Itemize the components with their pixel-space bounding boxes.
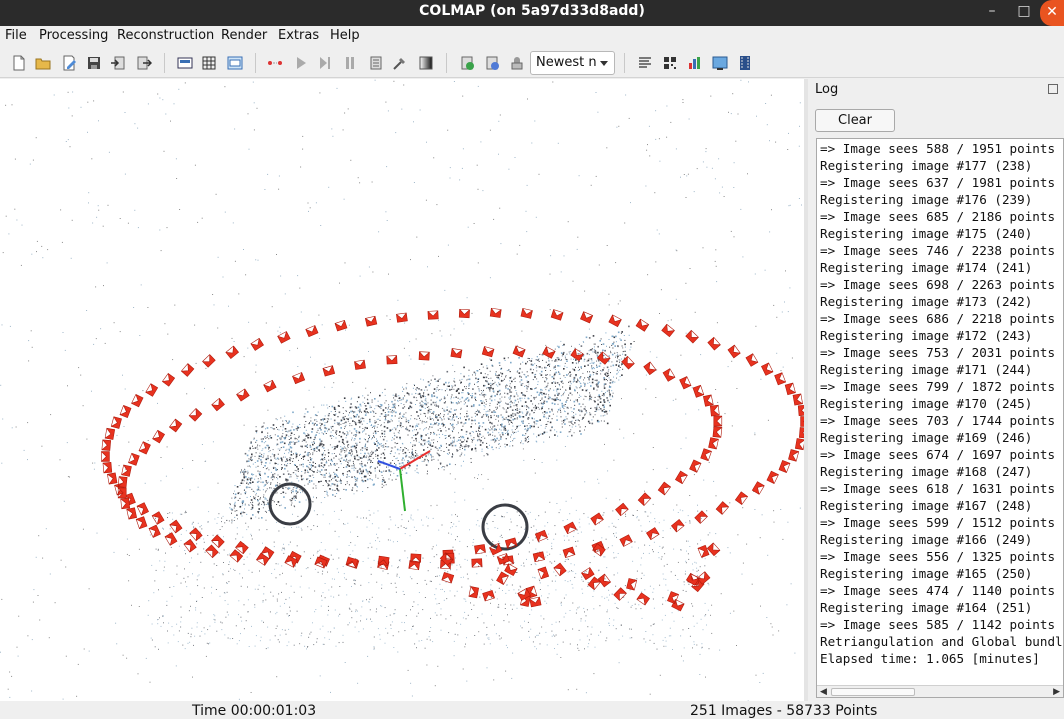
bundle-adjustment-icon[interactable] bbox=[392, 55, 408, 71]
log-lines: => Image sees 588 / 1951 points Registeri… bbox=[817, 140, 1064, 667]
log-line: => Image sees 585 / 1142 points bbox=[820, 617, 1056, 632]
log-icon[interactable] bbox=[687, 55, 703, 71]
open-project-icon[interactable] bbox=[35, 55, 51, 71]
log-line: Registering image #166 (249) bbox=[820, 532, 1033, 547]
render-toggle-icon[interactable] bbox=[459, 55, 475, 71]
reconstruction-options-icon[interactable] bbox=[368, 55, 384, 71]
log-line: Registering image #167 (248) bbox=[820, 498, 1033, 513]
reconstruction-normalize-icon[interactable] bbox=[342, 55, 358, 71]
log-panel: Log Clear => Image sees 588 / 1951 point… bbox=[808, 79, 1064, 701]
feature-extraction-icon[interactable] bbox=[177, 55, 193, 71]
menu-help[interactable]: Help bbox=[330, 28, 360, 43]
database-management-icon[interactable] bbox=[227, 55, 243, 71]
title-bar: COLMAP (on 5a97d33d8add) – □ ✕ bbox=[0, 0, 1064, 26]
chevron-down-icon bbox=[600, 61, 608, 66]
log-line: => Image sees 698 / 2263 points bbox=[820, 277, 1056, 292]
menu-extras[interactable]: Extras bbox=[278, 28, 319, 43]
point-cloud-render[interactable] bbox=[0, 79, 804, 701]
log-line: => Image sees 686 / 2218 points bbox=[820, 311, 1056, 326]
close-button[interactable]: ✕ bbox=[1040, 0, 1064, 26]
log-line: Registering image #173 (242) bbox=[820, 294, 1033, 309]
match-matrix-icon[interactable] bbox=[662, 55, 678, 71]
toolbar: Newest n bbox=[0, 48, 1064, 78]
log-line: Retriangulation and Global bundle bbox=[820, 634, 1064, 649]
log-line: Registering image #171 (244) bbox=[820, 362, 1033, 377]
log-line: Registering image #177 (238) bbox=[820, 158, 1033, 173]
reconstruction-pause-icon[interactable] bbox=[317, 55, 333, 71]
log-line: Registering image #165 (250) bbox=[820, 566, 1033, 581]
toolbar-separator bbox=[255, 53, 256, 73]
menu-bar: File Processing Reconstruction Render Ex… bbox=[0, 26, 1064, 48]
menu-reconstruction[interactable]: Reconstruction bbox=[117, 28, 214, 43]
scroll-right-icon[interactable]: ▶ bbox=[1053, 687, 1060, 697]
maximize-button[interactable]: □ bbox=[1010, 0, 1038, 26]
log-line: => Image sees 474 / 1140 points bbox=[820, 583, 1056, 598]
log-line: Registering image #174 (241) bbox=[820, 260, 1033, 275]
model-select-value: Newest n bbox=[536, 55, 597, 70]
model-viewer[interactable] bbox=[0, 79, 804, 701]
log-title: Log bbox=[815, 82, 839, 97]
log-line: Registering image #170 (245) bbox=[820, 396, 1033, 411]
status-bar: Time 00:00:01:03 251 Images - 58733 Poin… bbox=[0, 701, 1064, 719]
dense-reconstruction-icon[interactable] bbox=[418, 55, 434, 71]
toolbar-separator bbox=[446, 53, 447, 73]
log-line: => Image sees 746 / 2238 points bbox=[820, 243, 1056, 258]
log-line: Registering image #164 (251) bbox=[820, 600, 1033, 615]
clear-button[interactable]: Clear bbox=[815, 109, 895, 132]
reconstruction-start-icon[interactable] bbox=[267, 55, 283, 71]
render-reset-icon[interactable] bbox=[484, 55, 500, 71]
reconstruction-step-icon[interactable] bbox=[293, 55, 309, 71]
menu-render[interactable]: Render bbox=[221, 28, 267, 43]
minimize-button[interactable]: – bbox=[978, 0, 1006, 26]
log-line: => Image sees 685 / 2186 points bbox=[820, 209, 1056, 224]
undock-icon[interactable] bbox=[1048, 84, 1058, 94]
log-line: => Image sees 799 / 1872 points bbox=[820, 379, 1056, 394]
model-select[interactable]: Newest n bbox=[530, 51, 615, 75]
log-line: => Image sees 556 / 1325 points bbox=[820, 549, 1056, 564]
log-line: => Image sees 674 / 1697 points bbox=[820, 447, 1056, 462]
edit-project-icon[interactable] bbox=[61, 55, 77, 71]
import-model-icon[interactable] bbox=[110, 55, 126, 71]
toolbar-separator bbox=[624, 53, 625, 73]
log-line: => Image sees 588 / 1951 points bbox=[820, 141, 1056, 156]
log-line: Registering image #176 (239) bbox=[820, 192, 1033, 207]
log-line: Registering image #172 (243) bbox=[820, 328, 1033, 343]
new-project-icon[interactable] bbox=[11, 55, 27, 71]
model-statistics-icon[interactable] bbox=[637, 55, 653, 71]
log-line: => Image sees 599 / 1512 points bbox=[820, 515, 1056, 530]
grab-image-icon[interactable] bbox=[712, 55, 728, 71]
menu-processing[interactable]: Processing bbox=[39, 28, 108, 43]
log-line: Registering image #168 (247) bbox=[820, 464, 1033, 479]
log-line: Elapsed time: 1.065 [minutes] bbox=[820, 651, 1040, 666]
export-model-icon[interactable] bbox=[136, 55, 152, 71]
log-text-area[interactable]: => Image sees 588 / 1951 points Registeri… bbox=[816, 138, 1064, 698]
log-line: => Image sees 703 / 1744 points bbox=[820, 413, 1056, 428]
scrollbar-thumb[interactable] bbox=[831, 688, 915, 696]
wheel-outline bbox=[268, 482, 312, 526]
scroll-left-icon[interactable]: ◀ bbox=[820, 687, 827, 697]
feature-matching-icon[interactable] bbox=[201, 55, 217, 71]
log-line: => Image sees 618 / 1631 points bbox=[820, 481, 1056, 496]
log-line: => Image sees 637 / 1981 points bbox=[820, 175, 1056, 190]
wheel-outline bbox=[481, 503, 529, 551]
log-line: Registering image #175 (240) bbox=[820, 226, 1033, 241]
render-options-icon[interactable] bbox=[509, 55, 525, 71]
toolbar-separator bbox=[164, 53, 165, 73]
log-line: => Image sees 753 / 2031 points bbox=[820, 345, 1056, 360]
menu-file[interactable]: File bbox=[5, 28, 27, 43]
camera-frusta bbox=[101, 307, 804, 612]
log-line: Registering image #169 (246) bbox=[820, 430, 1033, 445]
window-title: COLMAP (on 5a97d33d8add) bbox=[419, 3, 645, 19]
save-project-icon[interactable] bbox=[86, 55, 102, 71]
horizontal-scrollbar[interactable]: ◀ ▶ bbox=[817, 685, 1063, 697]
grab-movie-icon[interactable] bbox=[737, 55, 753, 71]
